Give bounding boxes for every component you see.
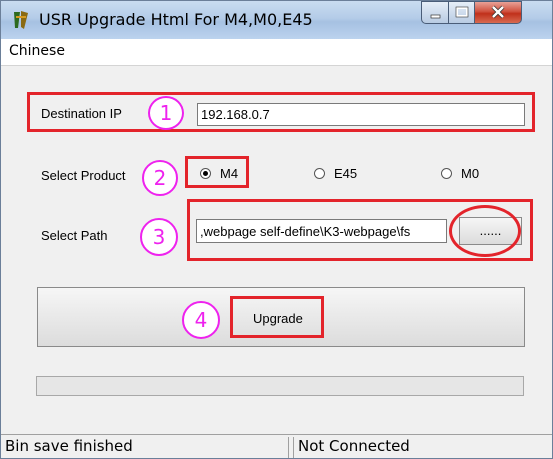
close-icon [491,5,505,19]
upgrade-button-label[interactable]: Upgrade [253,311,303,326]
path-field[interactable] [196,219,447,243]
annotation-circle-2: 2 [142,160,178,196]
menu-bar: Chinese [1,39,552,66]
select-path-label: Select Path [41,228,108,243]
close-button[interactable] [474,1,522,24]
title-bar[interactable]: USR Upgrade Html For M4,M0,E45 [1,1,552,39]
annotation-box-2 [185,156,249,188]
app-window: USR Upgrade Html For M4,M0,E45 Chinese D… [0,0,553,459]
radio-e45-label[interactable]: E45 [334,166,357,181]
annotation-ellipse-browse [449,205,521,257]
radio-m0[interactable] [441,168,452,179]
destination-ip-label: Destination IP [41,106,122,121]
status-bar: Bin save finished Not Connected [1,434,552,458]
annotation-circle-4: 4 [182,301,220,339]
connection-status: Not Connected [293,437,552,458]
destination-ip-field[interactable] [197,103,525,126]
status-message: Bin save finished [1,437,289,458]
annotation-circle-3: 3 [140,218,178,256]
window-title: USR Upgrade Html For M4,M0,E45 [39,10,313,29]
radio-m4[interactable] [200,168,211,179]
minimize-button[interactable] [421,1,449,24]
radio-m0-label[interactable]: M0 [461,166,479,181]
app-icon [14,11,28,29]
minimize-icon [430,14,441,19]
maximize-button[interactable] [448,1,475,24]
radio-e45[interactable] [314,168,325,179]
annotation-circle-1: 1 [148,96,184,130]
radio-m4-label[interactable]: M4 [220,166,238,181]
maximize-icon [455,6,469,18]
menu-item-chinese[interactable]: Chinese [9,43,65,59]
main-panel: Destination IP 1 Select Product 2 M4 E45… [1,66,552,434]
upgrade-progress-bar [36,376,524,396]
select-product-label: Select Product [41,168,126,183]
